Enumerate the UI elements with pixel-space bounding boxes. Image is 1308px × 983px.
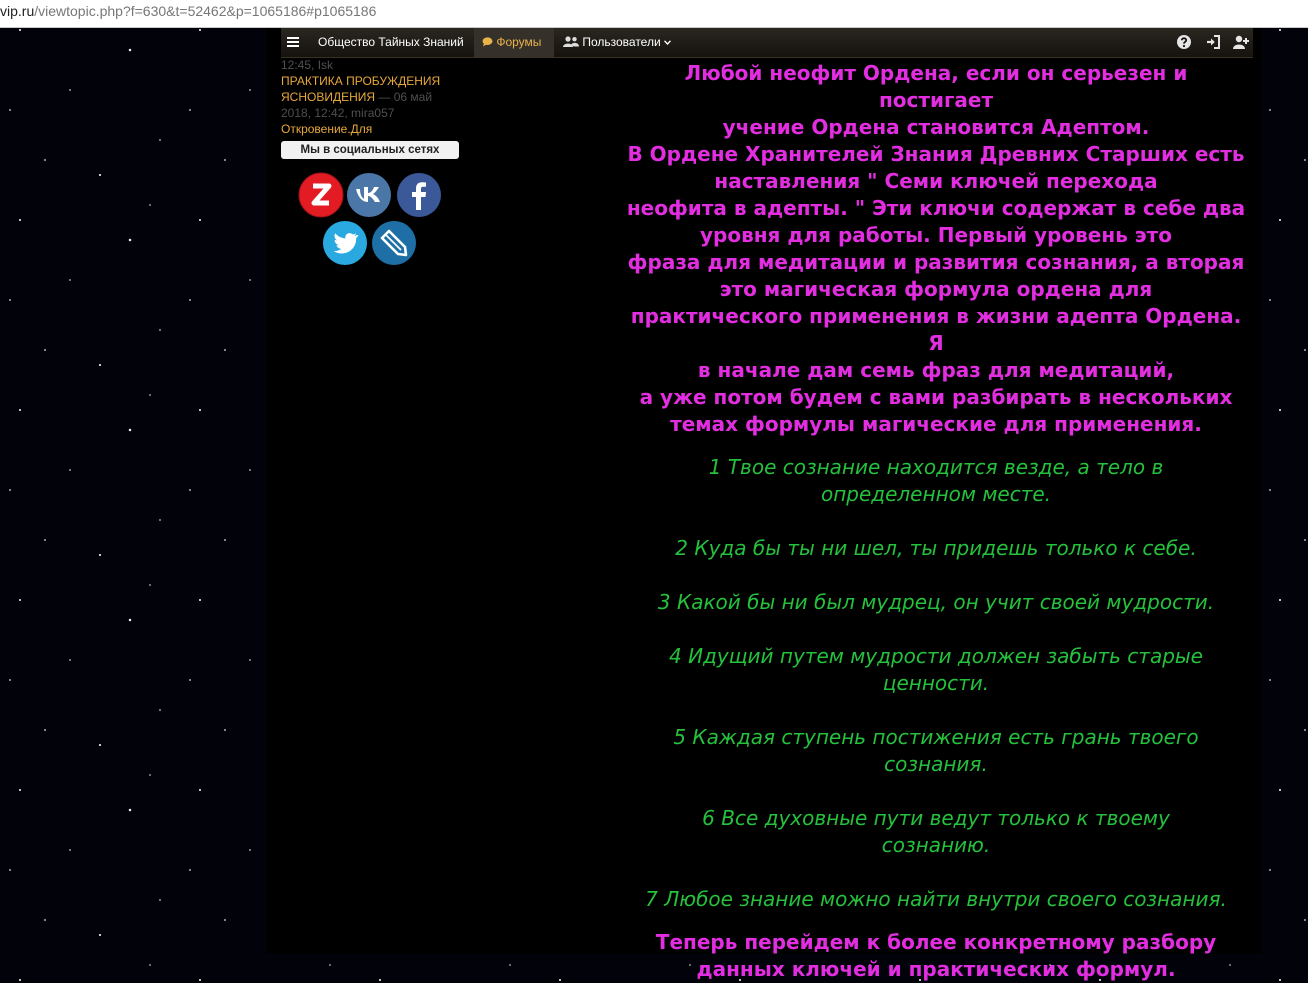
outro-line: данных ключей и практических формул. (696, 957, 1176, 981)
zen-icon[interactable] (298, 172, 344, 218)
post-intro: Любой неофит Ордена, если он серьезен и … (626, 60, 1246, 438)
post-content: Любой неофит Ордена, если он серьезен и … (626, 60, 1246, 983)
address-bar[interactable]: vip.ru/viewtopic.php?f=630&t=52462&p=106… (0, 0, 1308, 28)
phrase-line: сознанию. (881, 833, 991, 857)
intro-line: фраза для медитации и развития сознания,… (627, 250, 1245, 274)
intro-line: неофита в адепты. " Эти ключи содержат в… (626, 196, 1246, 220)
chevron-down-icon (664, 40, 672, 46)
nav-forums-label: Форумы (496, 35, 542, 49)
twitter-icon[interactable] (322, 220, 368, 266)
nav-users[interactable]: Пользователи (563, 28, 672, 57)
topic-meta: 2018, 12:42, mira057 (281, 106, 395, 120)
meditation-phrase: 7 Любое знание можно найти внутри своего… (626, 886, 1246, 913)
site-name-link[interactable]: Общество Тайных Знаний (318, 28, 464, 57)
social-heading: Мы в социальных сетях (281, 141, 459, 159)
url-host: vip.ru (0, 3, 35, 19)
top-navbar: Общество Тайных Знаний Форумы Пользовате… (281, 28, 1253, 58)
topic-meta-date: — 06 май (375, 90, 433, 104)
intro-line: практического применения в жизни адепта … (630, 304, 1242, 355)
livejournal-icon[interactable] (371, 220, 417, 266)
phrase-line: 1 Твое сознание находится везде, а тело … (708, 455, 1164, 479)
meditation-phrase: 5 Каждая ступень постижения есть грань т… (626, 724, 1246, 778)
meditation-phrase: 6 Все духовные пути ведут только к твоем… (626, 805, 1246, 859)
login-icon[interactable] (1205, 34, 1221, 50)
facebook-icon[interactable] (396, 172, 442, 218)
nav-user-actions (1167, 34, 1249, 52)
register-icon[interactable] (1233, 34, 1249, 50)
meditation-phrase: 4 Идущий путем мудрости должен забыть ст… (626, 643, 1246, 697)
users-icon (563, 36, 579, 47)
intro-line: учение Ордена становится Адептом. (722, 115, 1150, 139)
intro-line: темах формулы магические для применения. (670, 412, 1202, 436)
intro-line: а уже потом будем с вами разбирать в нес… (639, 385, 1233, 409)
phrase-line: определенном месте. (820, 482, 1052, 506)
phrase-line: 7 Любое знание можно найти внутри своего… (645, 887, 1227, 911)
phrase-line: 3 Какой бы ни был мудрец, он учит своей … (657, 590, 1215, 614)
help-icon[interactable] (1176, 34, 1192, 50)
intro-line: наставления " Семи ключей перехода (714, 169, 1158, 193)
intro-line: это магическая формула ордена для (719, 277, 1153, 301)
intro-line: уровня для работы. Первый уровень это (699, 223, 1172, 247)
phrase-line: сознания. (884, 752, 988, 776)
intro-line: в начале дам семь фраз для медитаций, (697, 358, 1175, 382)
recent-topic-item: ПРАКТИКА ПРОБУЖДЕНИЯ ЯСНОВИДЕНИЯ — 06 ма… (281, 73, 459, 105)
topic-link[interactable]: Откровение.Для (281, 121, 459, 137)
meditation-phrase: 1 Твое сознание находится везде, а тело … (626, 454, 1246, 508)
intro-line: Любой неофит Ордена, если он серьезен и … (684, 61, 1188, 112)
menu-icon[interactable] (287, 28, 301, 57)
phrase-line: 2 Куда бы ты ни шел, ты придешь только к… (675, 536, 1197, 560)
post-outro: Теперь перейдем к более конкретному разб… (626, 929, 1246, 983)
url-path: /viewtopic.php?f=630&t=52462&p=1065186#p… (34, 3, 377, 19)
vk-icon[interactable] (346, 172, 392, 218)
meditation-phrases: 1 Твое сознание находится везде, а тело … (626, 454, 1246, 913)
intro-line: В Ордене Хранителей Знания Древних Старш… (627, 142, 1245, 166)
phrase-line: ценности. (882, 671, 990, 695)
forum-bubble-icon (482, 37, 493, 47)
topic-meta: 12:45, Isk (281, 58, 334, 72)
social-icons (281, 172, 459, 272)
meditation-phrase: 3 Какой бы ни был мудрец, он учит своей … (626, 589, 1246, 616)
phrase-line: 5 Каждая ступень постижения есть грань т… (673, 725, 1199, 749)
nav-forums[interactable]: Форумы (474, 28, 554, 57)
recent-topics-sidebar: 12:45, Isk ПРАКТИКА ПРОБУЖДЕНИЯ ЯСНОВИДЕ… (281, 57, 459, 159)
outro-line: Теперь перейдем к более конкретному разб… (655, 930, 1217, 954)
meditation-phrase: 2 Куда бы ты ни шел, ты придешь только к… (626, 535, 1246, 562)
phrase-line: 6 Все духовные пути ведут только к твоем… (702, 806, 1170, 830)
nav-users-label: Пользователи (582, 35, 661, 49)
phrase-line: 4 Идущий путем мудрости должен забыть ст… (668, 644, 1203, 668)
